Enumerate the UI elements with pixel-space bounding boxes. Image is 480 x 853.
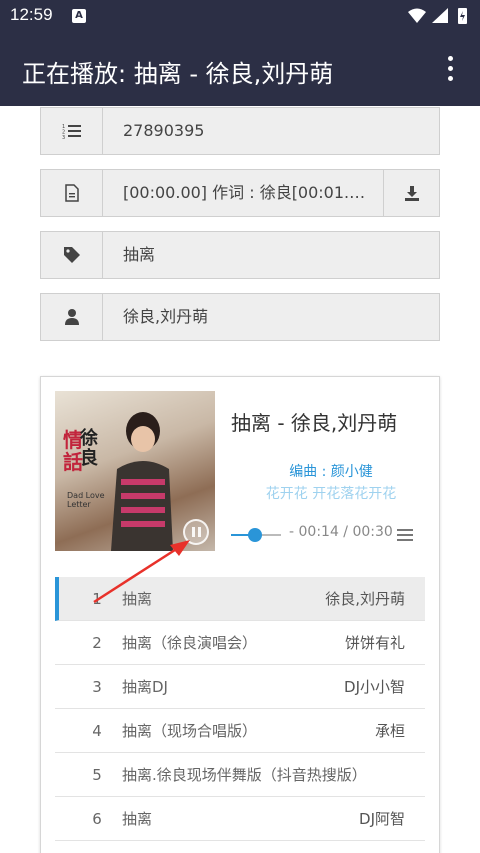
player-card: 情話 徐良 Dad Love Letter 抽离 - 徐良,刘丹萌 编曲 : 颜…: [40, 376, 440, 853]
status-bar: 12:59 A: [0, 0, 480, 32]
album-subtitle-text: Dad Love Letter: [67, 491, 105, 509]
playlist-row-title: 抽离（徐良演唱会）: [122, 634, 258, 652]
playlist-row-title: 抽离.徐良现场伴舞版（抖音热搜版）: [122, 766, 367, 784]
playlist-row[interactable]: 3 抽离DJ DJ小小智: [55, 665, 425, 709]
status-icons: [408, 8, 467, 24]
wifi-icon: [408, 8, 426, 23]
numbered-list-icon: 1 2 3: [41, 108, 103, 154]
lyric-line-next: 花开花 开花落花开花: [265, 486, 397, 502]
tag-icon: [41, 232, 103, 278]
playlist-row-title: 抽离（现场合唱版）: [122, 722, 258, 740]
song-name-field: 抽离: [40, 231, 440, 279]
playlist-row-title: 抽离: [122, 810, 153, 828]
pause-icon[interactable]: [183, 519, 209, 545]
svg-text:3: 3: [62, 135, 65, 139]
artist-value: 徐良,刘丹萌: [123, 307, 209, 326]
playlist-row[interactable]: 5 抽离.徐良现场伴舞版（抖音热搜版）: [55, 753, 425, 797]
page-title: 正在播放: 抽离 - 徐良,刘丹萌: [22, 60, 334, 88]
signal-icon: [432, 8, 448, 23]
playlist-row-artist: 承桓: [374, 722, 405, 740]
lyrics-value: [00:00.00] 作词 : 徐良[00:01.00]: [123, 183, 375, 202]
playlist-row[interactable]: 2 抽离（徐良演唱会） 饼饼有礼: [55, 621, 425, 665]
playlist-row-number: 4: [92, 722, 102, 740]
playlist-row-number: 6: [92, 810, 102, 828]
playlist-row-artist: 饼饼有礼: [344, 634, 405, 652]
song-id-field: 1 2 3 27890395: [40, 107, 440, 155]
playlist-row-number: 3: [92, 678, 102, 696]
album-art[interactable]: 情話 徐良 Dad Love Letter: [55, 391, 215, 551]
overflow-menu-icon[interactable]: [440, 56, 460, 84]
playback-time: - 00:14 / 00:30: [289, 524, 393, 540]
download-icon: [404, 186, 419, 201]
playlist-row-artist: DJ小小智: [344, 678, 405, 696]
seek-bar-handle[interactable]: [247, 528, 262, 542]
playlist-row[interactable]: 1 抽离 徐良,刘丹萌: [55, 577, 425, 621]
seek-bar[interactable]: [231, 528, 281, 542]
download-lyrics-button[interactable]: [383, 170, 439, 216]
song-id-value: 27890395: [123, 121, 205, 140]
now-playing-title: 抽离 - 徐良,刘丹萌: [231, 411, 398, 435]
playlist-row-title: 抽离: [122, 590, 153, 608]
lyrics-field: [00:00.00] 作词 : 徐良[00:01.00]: [40, 169, 440, 217]
album-artist-text: 徐良: [80, 428, 98, 469]
playlist-row-title: 抽离DJ: [122, 678, 168, 696]
status-time: 12:59: [10, 5, 53, 24]
document-icon: [41, 170, 103, 216]
playlist-row[interactable]: 6 抽离 DJ阿智: [55, 797, 425, 841]
playlist-row-artist: DJ阿智: [359, 810, 405, 828]
playlist-row[interactable]: 4 抽离（现场合唱版） 承桓: [55, 709, 425, 753]
playlist-row-number: 5: [92, 766, 102, 784]
album-person-image: [111, 412, 173, 551]
song-name-value: 抽离: [123, 245, 156, 264]
notification-a-icon: A: [72, 9, 86, 23]
playlist: 1 抽离 徐良,刘丹萌 2 抽离（徐良演唱会） 饼饼有礼 3 抽离DJ DJ小小智 4 抽离（现场合…: [55, 577, 425, 841]
playlist-row-artist: 徐良,刘丹萌: [325, 590, 405, 608]
playlist-menu-icon[interactable]: [397, 529, 413, 541]
person-icon: [41, 294, 103, 340]
playlist-row-number: 1: [92, 590, 102, 608]
lyric-line-current: 编曲 : 颜小健: [289, 464, 373, 480]
artist-field: 徐良,刘丹萌: [40, 293, 440, 341]
playlist-row-number: 2: [92, 634, 102, 652]
app-bar: 正在播放: 抽离 - 徐良,刘丹萌: [0, 32, 480, 106]
